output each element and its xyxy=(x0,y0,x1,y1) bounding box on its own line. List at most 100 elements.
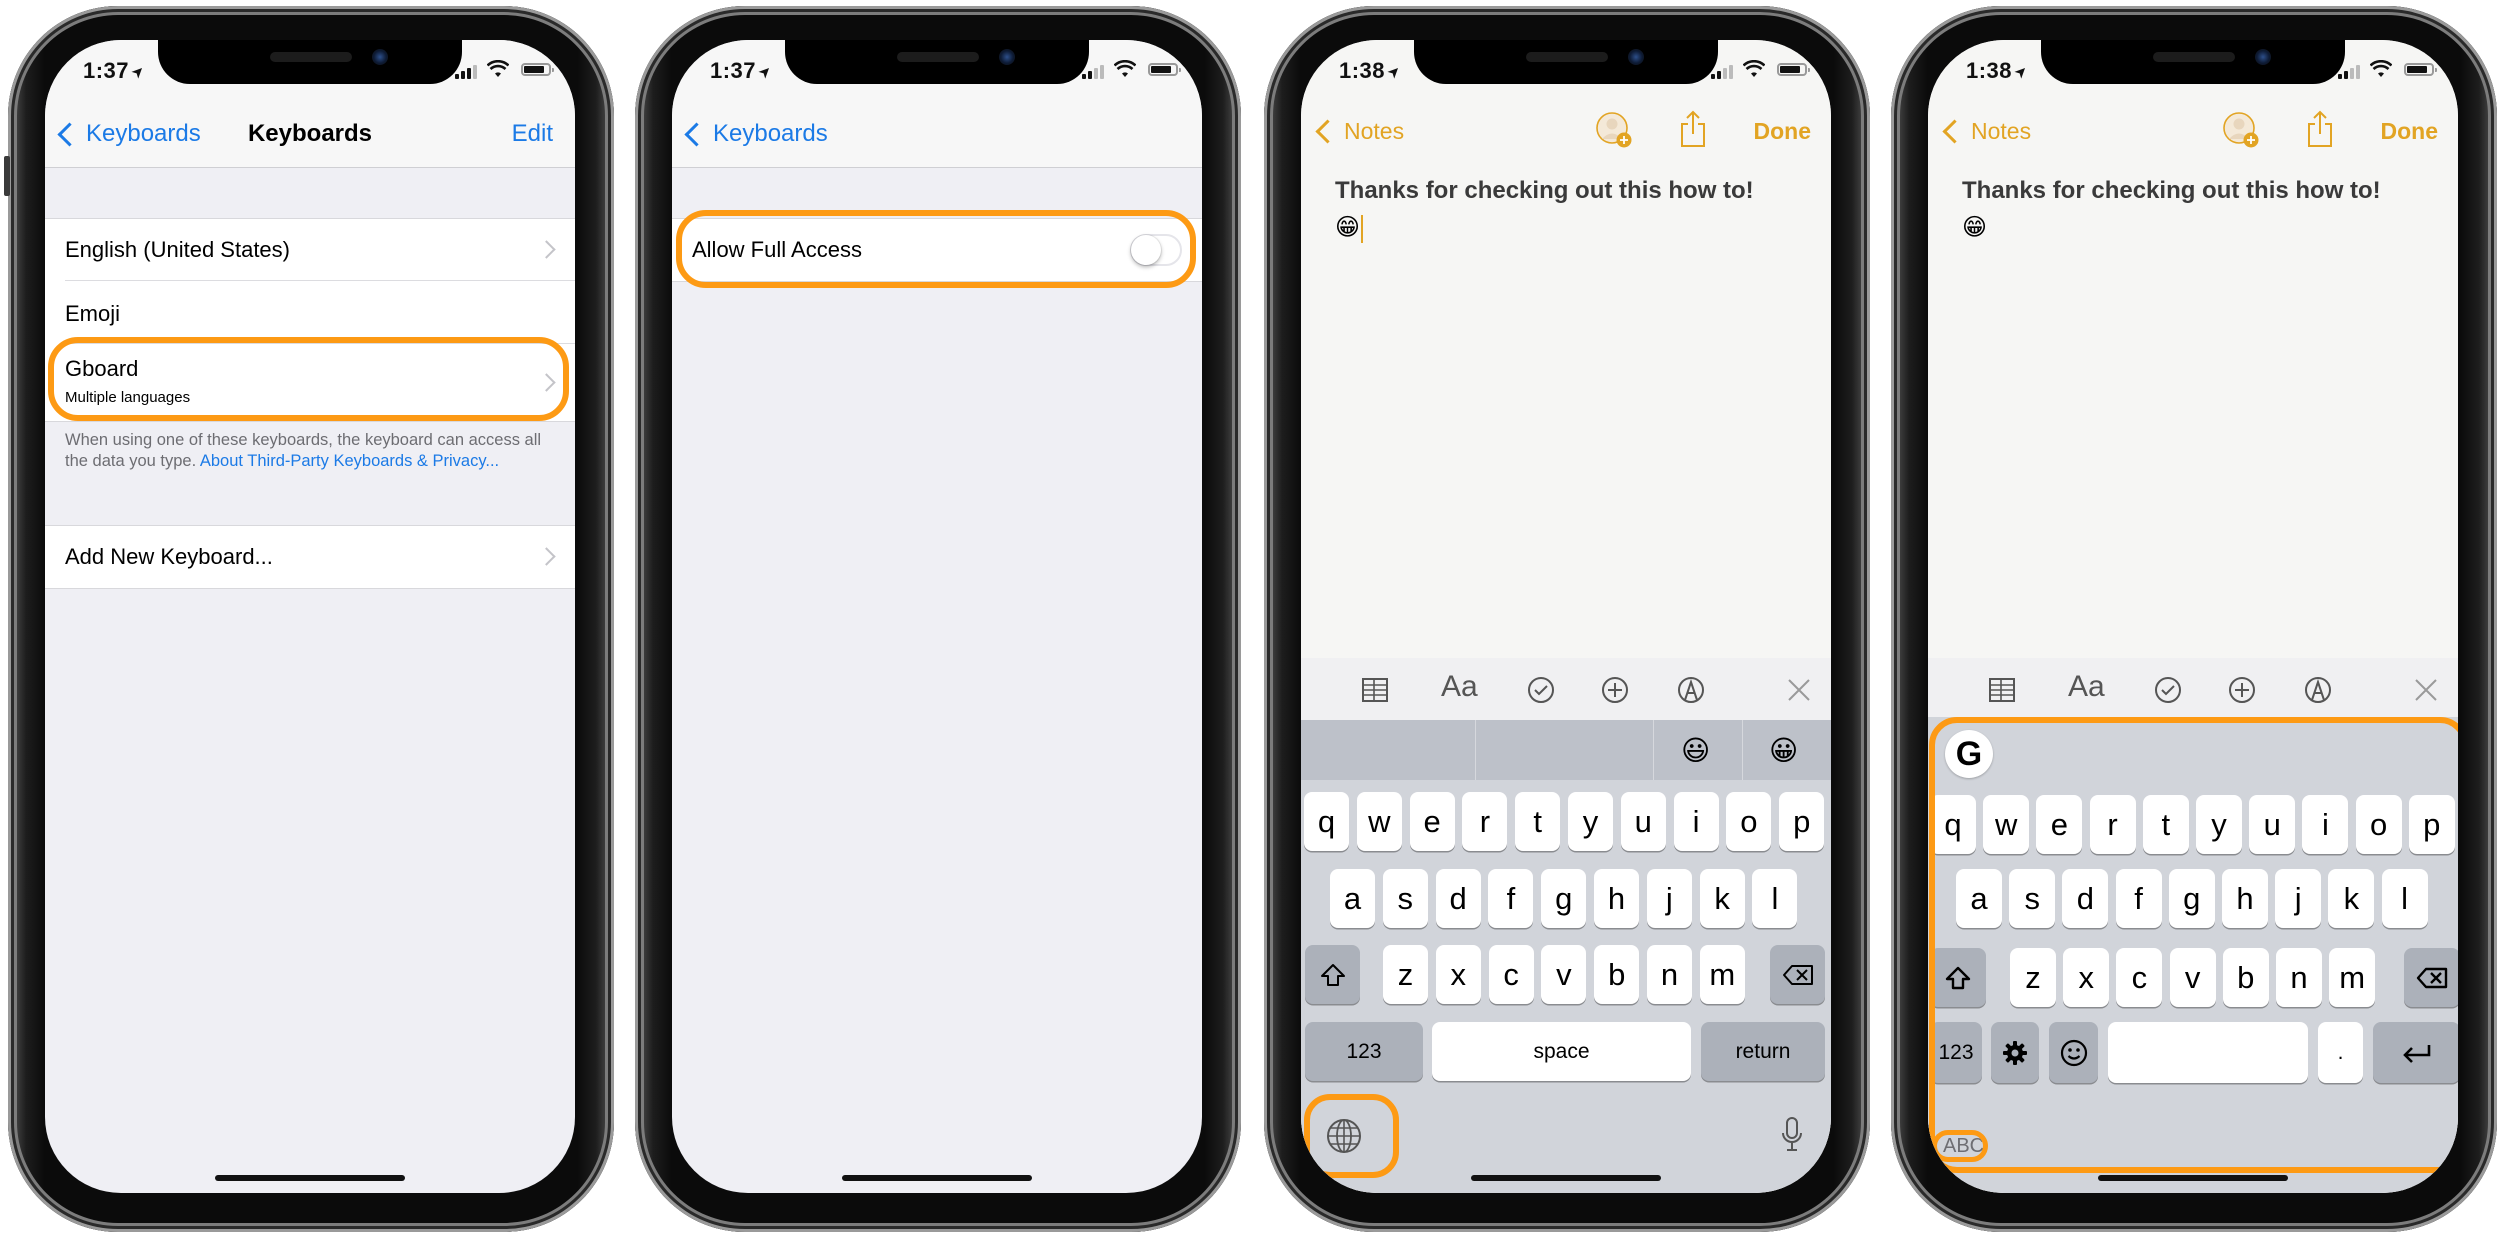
key-q[interactable]: q xyxy=(1304,792,1349,851)
period-key[interactable]: . xyxy=(2318,1022,2363,1083)
back-button[interactable]: Keyboards xyxy=(682,120,828,148)
add-person-icon[interactable] xyxy=(1596,112,1632,148)
globe-icon[interactable] xyxy=(1325,1117,1363,1155)
key-h[interactable]: h xyxy=(1594,869,1639,928)
key-y[interactable]: y xyxy=(1568,792,1613,851)
privacy-link[interactable]: About Third-Party Keyboards & Privacy... xyxy=(200,452,499,470)
keyboard-row-english[interactable]: English (United States) xyxy=(45,219,575,281)
key-p[interactable]: p xyxy=(1779,792,1825,851)
text-format-icon[interactable]: Aa xyxy=(1441,670,1491,703)
markup-icon[interactable] xyxy=(1677,676,1705,704)
key-d[interactable]: d xyxy=(2062,869,2109,928)
key-f[interactable]: f xyxy=(2115,869,2162,928)
key-f[interactable]: f xyxy=(1488,869,1534,928)
backspace-key[interactable] xyxy=(1770,945,1825,1004)
key-a[interactable]: a xyxy=(1330,869,1375,928)
key-r[interactable]: r xyxy=(1462,792,1508,851)
key-m[interactable]: m xyxy=(2329,948,2376,1007)
key-m[interactable]: m xyxy=(1699,945,1745,1004)
key-e[interactable]: e xyxy=(2036,795,2083,854)
note-body-text[interactable]: Thanks for checking out this how to! xyxy=(1335,177,1754,205)
key-q[interactable]: q xyxy=(1930,795,1976,854)
key-i[interactable]: i xyxy=(2302,795,2349,854)
key-k[interactable]: k xyxy=(2328,869,2375,928)
numbers-key[interactable]: 123 xyxy=(1305,1022,1423,1081)
table-icon[interactable] xyxy=(1361,676,1389,704)
key-s[interactable]: s xyxy=(1382,869,1428,928)
key-w[interactable]: w xyxy=(1356,792,1402,851)
key-c[interactable]: c xyxy=(2116,948,2163,1007)
add-person-icon[interactable] xyxy=(2223,112,2259,148)
key-e[interactable]: e xyxy=(1409,792,1455,851)
return-key[interactable]: return xyxy=(1701,1022,1825,1081)
close-icon[interactable] xyxy=(2412,676,2440,704)
table-icon[interactable] xyxy=(1988,676,2016,704)
space-key[interactable]: space xyxy=(1432,1022,1691,1081)
keyboard-row-emoji[interactable]: Emoji xyxy=(45,281,575,344)
key-u[interactable]: u xyxy=(1620,792,1666,851)
shift-key[interactable] xyxy=(1305,945,1360,1004)
add-icon[interactable] xyxy=(1601,676,1629,704)
shift-key[interactable] xyxy=(1930,948,1986,1007)
key-n[interactable]: n xyxy=(2276,948,2322,1007)
key-x[interactable]: x xyxy=(1435,945,1481,1004)
close-icon[interactable] xyxy=(1785,676,1813,704)
backspace-key[interactable] xyxy=(2404,948,2458,1007)
key-w[interactable]: w xyxy=(1983,795,2030,854)
key-c[interactable]: c xyxy=(1488,945,1534,1004)
key-g[interactable]: g xyxy=(1541,869,1587,928)
key-g[interactable]: g xyxy=(2168,869,2215,928)
markup-icon[interactable] xyxy=(2304,676,2332,704)
keyboard-row-gboard[interactable]: Gboard Multiple languages xyxy=(45,344,575,421)
return-key[interactable] xyxy=(2373,1022,2458,1083)
key-j[interactable]: j xyxy=(1646,869,1692,928)
key-k[interactable]: k xyxy=(1699,869,1745,928)
key-b[interactable]: b xyxy=(1594,945,1640,1004)
note-body-text[interactable]: Thanks for checking out this how to! xyxy=(1962,177,2381,205)
text-format-icon[interactable]: Aa xyxy=(2068,670,2118,703)
share-icon[interactable] xyxy=(2306,110,2334,148)
key-b[interactable]: b xyxy=(2222,948,2269,1007)
suggestion-emoji-1[interactable]: 😃 xyxy=(1681,734,1710,767)
key-r[interactable]: r xyxy=(2089,795,2136,854)
add-icon[interactable] xyxy=(2228,676,2256,704)
key-n[interactable]: n xyxy=(1647,945,1692,1004)
emoji-key[interactable] xyxy=(2049,1022,2098,1083)
done-button[interactable]: Done xyxy=(1754,118,1812,145)
notes-back-button[interactable]: Notes xyxy=(1940,118,2031,145)
allow-full-access-toggle[interactable] xyxy=(1130,234,1182,266)
checklist-icon[interactable] xyxy=(2154,676,2182,704)
key-l[interactable]: l xyxy=(2381,869,2428,928)
key-o[interactable]: o xyxy=(1726,792,1772,851)
key-z[interactable]: z xyxy=(1383,945,1428,1004)
share-icon[interactable] xyxy=(1679,110,1707,148)
key-u[interactable]: u xyxy=(2249,795,2296,854)
microphone-icon[interactable] xyxy=(1782,1116,1802,1152)
space-key[interactable] xyxy=(2108,1022,2308,1083)
key-a[interactable]: a xyxy=(1956,869,2002,928)
key-x[interactable]: x xyxy=(2063,948,2110,1007)
key-v[interactable]: v xyxy=(1541,945,1587,1004)
settings-key[interactable] xyxy=(1991,1022,2039,1083)
key-i[interactable]: i xyxy=(1673,792,1719,851)
done-button[interactable]: Done xyxy=(2381,118,2439,145)
key-s[interactable]: s xyxy=(2009,869,2056,928)
key-p[interactable]: p xyxy=(2408,795,2455,854)
google-g-button[interactable]: G xyxy=(1945,730,1993,778)
key-j[interactable]: j xyxy=(2275,869,2322,928)
key-t[interactable]: t xyxy=(1515,792,1561,851)
add-new-keyboard-row[interactable]: Add New Keyboard... xyxy=(45,526,575,588)
key-o[interactable]: o xyxy=(2355,795,2402,854)
key-d[interactable]: d xyxy=(1435,869,1481,928)
key-y[interactable]: y xyxy=(2196,795,2242,854)
key-t[interactable]: t xyxy=(2142,795,2189,854)
key-z[interactable]: z xyxy=(2010,948,2056,1007)
edit-button[interactable]: Edit xyxy=(512,120,553,148)
notes-back-button[interactable]: Notes xyxy=(1313,118,1404,145)
checklist-icon[interactable] xyxy=(1527,676,1555,704)
key-v[interactable]: v xyxy=(2169,948,2216,1007)
suggestion-emoji-2[interactable]: 😀 xyxy=(1769,734,1798,767)
numbers-key[interactable]: 123 xyxy=(1930,1022,1982,1083)
key-l[interactable]: l xyxy=(1752,869,1798,928)
key-h[interactable]: h xyxy=(2222,869,2268,928)
